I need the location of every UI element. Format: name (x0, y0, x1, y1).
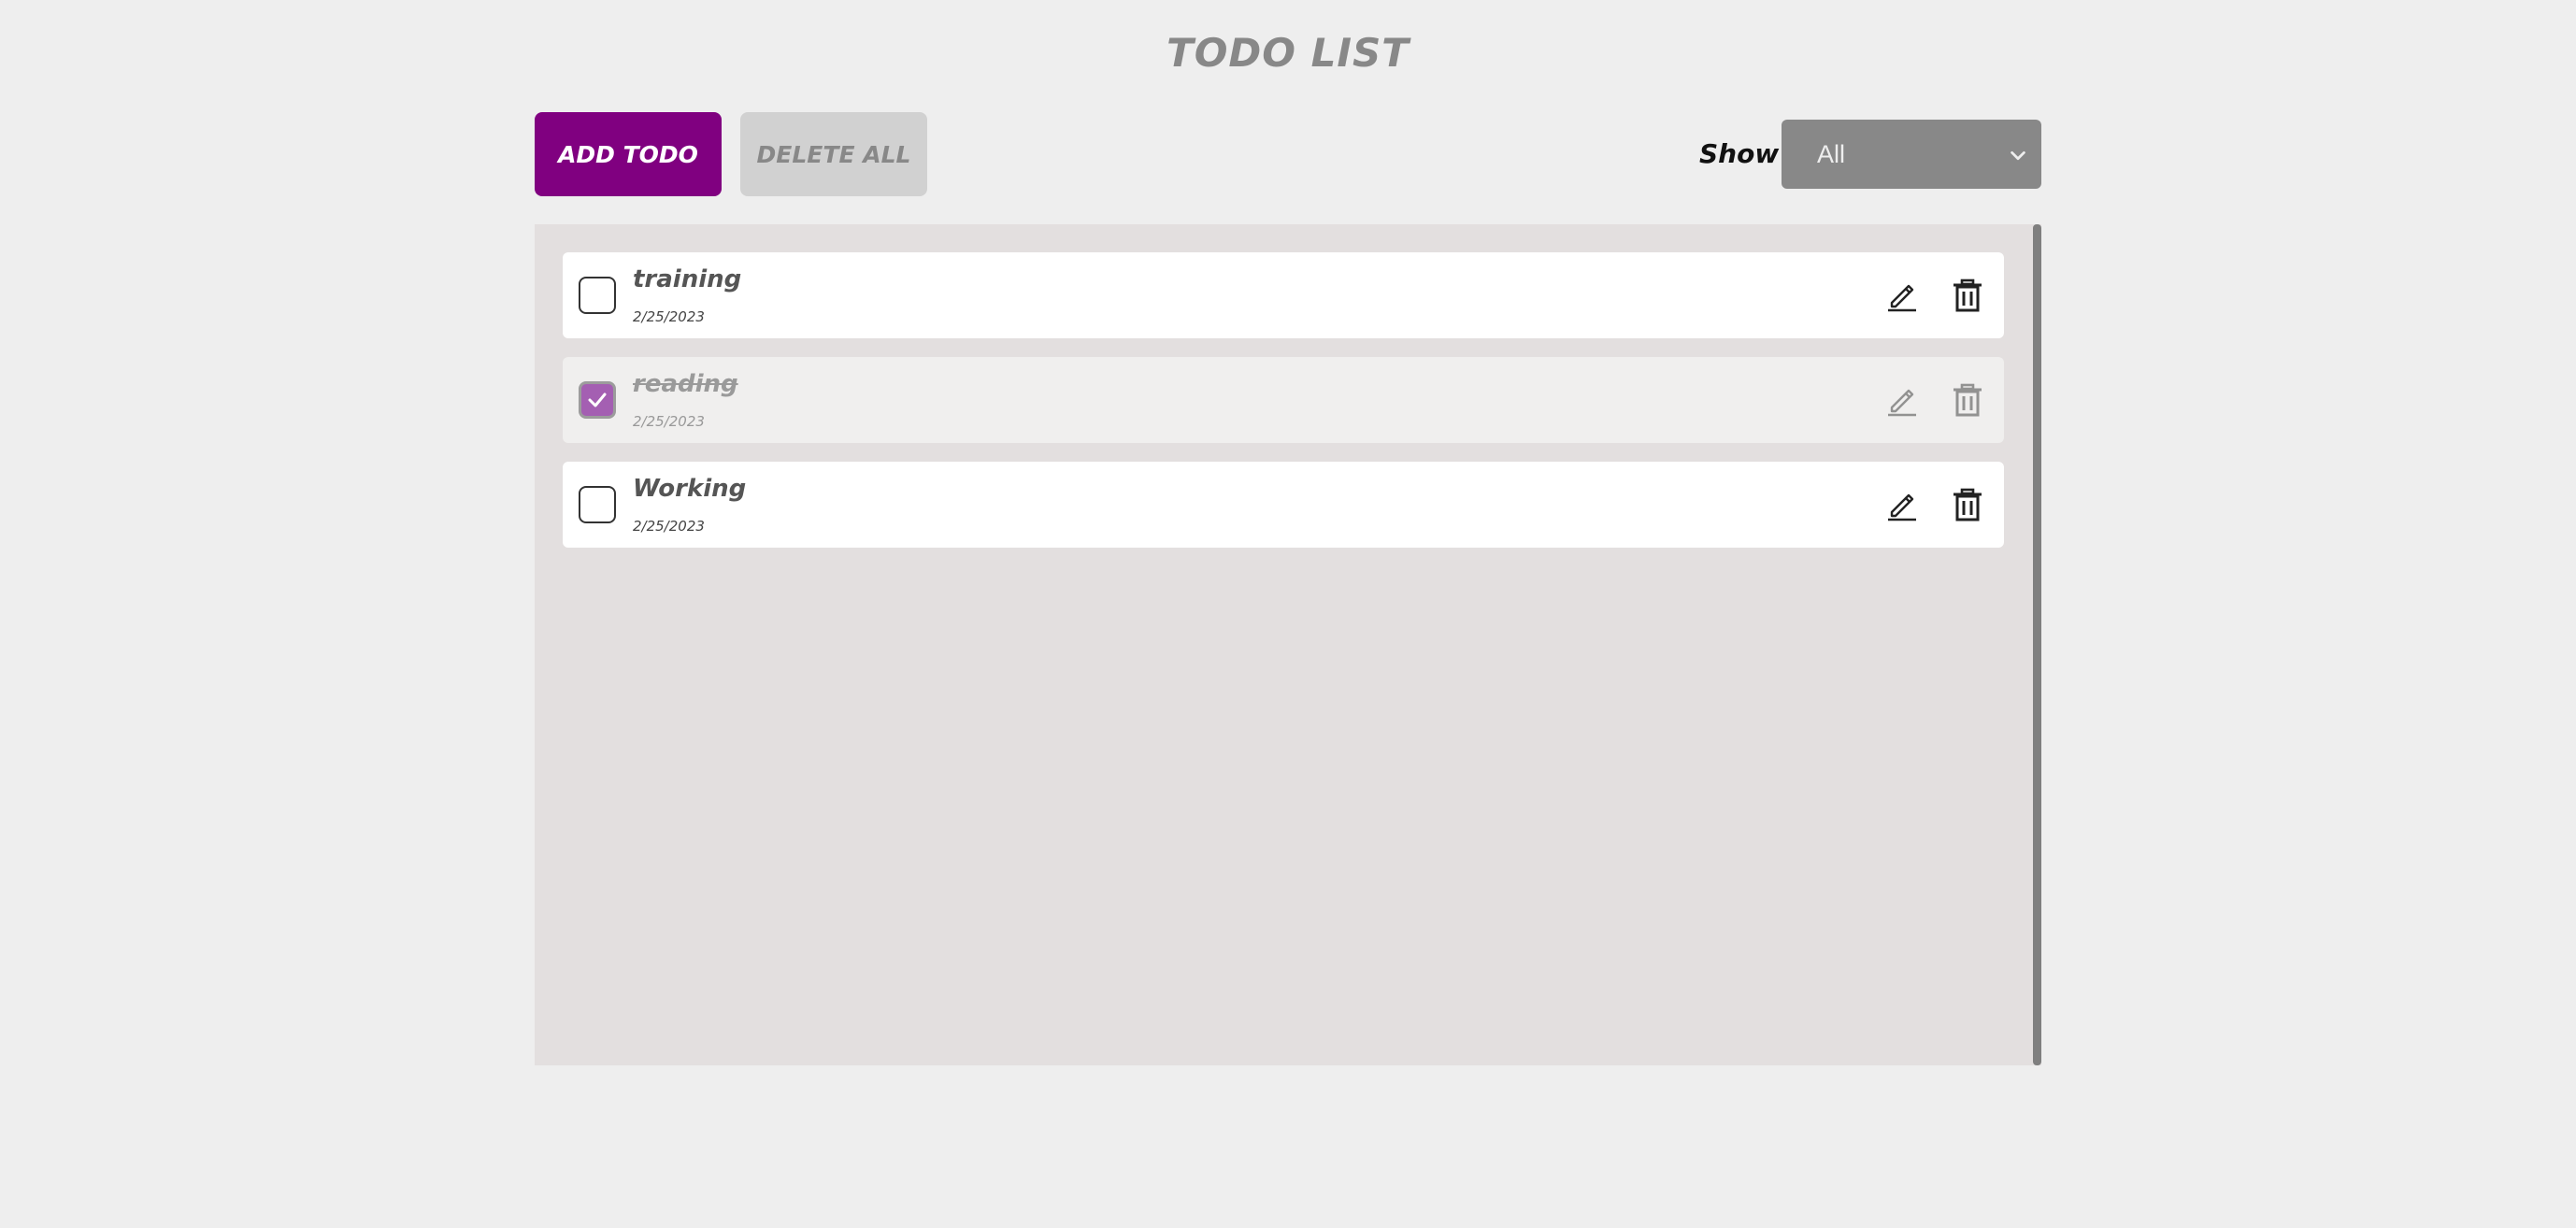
todo-date: 2/25/2023 (633, 413, 705, 430)
todo-date: 2/25/2023 (633, 308, 705, 325)
todo-checkbox[interactable] (579, 277, 616, 314)
todo-checkbox[interactable] (579, 486, 616, 523)
delete-all-button[interactable]: DELETE ALL (740, 112, 927, 196)
trash-icon[interactable] (1950, 487, 1985, 522)
check-icon (588, 393, 607, 407)
trash-icon[interactable] (1950, 278, 1985, 313)
page-title: TODO LIST (1166, 30, 1410, 76)
chevron-down-icon (2008, 144, 2028, 164)
todo-item: Working 2/25/2023 (563, 462, 2004, 548)
todo-list-panel (535, 224, 2041, 1065)
todo-date: 2/25/2023 (633, 518, 705, 535)
todo-checkbox[interactable] (579, 381, 616, 419)
trash-icon[interactable] (1950, 382, 1985, 418)
scrollbar[interactable] (2033, 224, 2041, 1065)
todo-item: training 2/25/2023 (563, 252, 2004, 338)
todo-title: training (633, 265, 742, 293)
filter-selected-value: All (1817, 139, 1846, 168)
pencil-icon[interactable] (1884, 487, 1920, 522)
add-todo-button[interactable]: ADD TODO (535, 112, 722, 196)
show-label: Show (1699, 138, 1780, 169)
todo-title: Working (633, 475, 747, 503)
filter-select[interactable]: All (1782, 120, 2041, 189)
todo-title: reading (633, 370, 738, 398)
pencil-icon[interactable] (1884, 382, 1920, 418)
todo-item: reading 2/25/2023 (563, 357, 2004, 443)
pencil-icon[interactable] (1884, 278, 1920, 313)
